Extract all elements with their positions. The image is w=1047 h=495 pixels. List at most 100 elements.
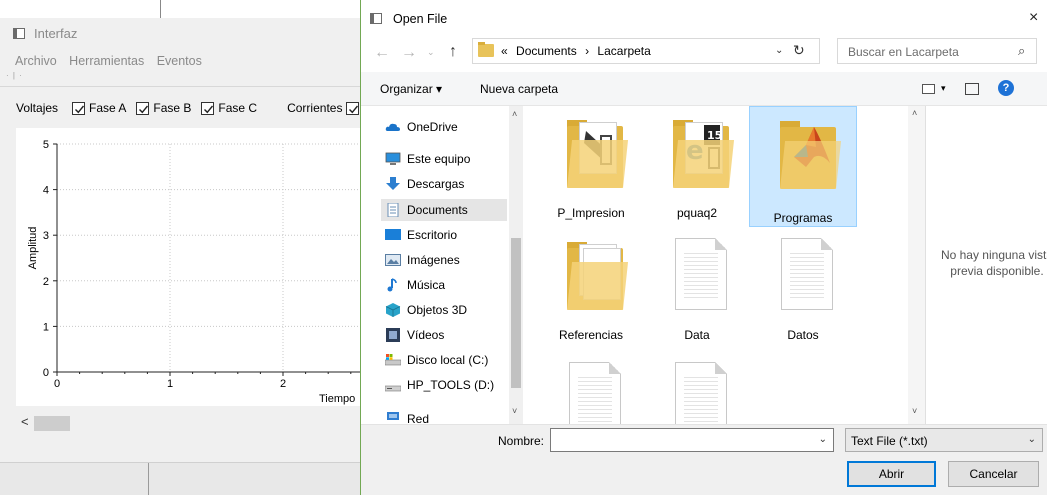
breadcrumb-lacarpeta[interactable]: Lacarpeta	[597, 44, 650, 58]
address-bar[interactable]: « Documents › Lacarpeta ⌄ ↻	[472, 38, 820, 64]
nav-item-videos[interactable]: Vídeos	[385, 324, 444, 346]
nav-item-imagenes[interactable]: Imágenes	[385, 249, 460, 271]
help-icon[interactable]: ?	[998, 80, 1014, 96]
search-icon[interactable]: ⌕	[1018, 43, 1025, 59]
file-item-pquaq2[interactable]: 15e pquaq2	[647, 108, 747, 228]
nav-item-onedrive[interactable]: OneDrive	[385, 116, 458, 138]
chevron-up-icon[interactable]: ˄	[512, 109, 517, 119]
nav-item-musica[interactable]: Música	[385, 274, 445, 296]
app-top-strip	[0, 0, 362, 18]
open-button[interactable]: Abrir	[847, 461, 936, 487]
breadcrumb-overflow[interactable]: «	[501, 44, 508, 58]
file-label: P_Impresion	[557, 206, 625, 220]
file-label: pquaq2	[676, 206, 718, 220]
menu-herramientas[interactable]: Herramientas	[69, 54, 144, 68]
organize-button[interactable]: Organizar ▾	[380, 82, 442, 96]
breadcrumb-separator[interactable]: ›	[585, 44, 589, 58]
file-item-partial[interactable]	[541, 354, 641, 424]
nav-item-label: Escritorio	[407, 228, 458, 242]
computer-icon	[385, 152, 401, 166]
nav-item-disco-local[interactable]: Disco local (C:)	[384, 349, 489, 371]
scroll-thumb[interactable]	[34, 416, 70, 431]
refresh-icon[interactable]: ↻	[793, 42, 805, 59]
chevron-down-icon[interactable]: ˅	[512, 406, 517, 416]
divider	[0, 86, 362, 87]
file-label: Programas	[773, 211, 833, 225]
file-list-scrollbar[interactable]: ˄ ˅	[908, 106, 925, 424]
file-item-datos[interactable]: Datos	[753, 230, 853, 350]
chevron-down-icon[interactable]: ˅	[912, 406, 917, 416]
scroll-left-icon[interactable]: <	[21, 414, 29, 429]
file-label: Datos	[787, 328, 819, 342]
file-item-referencias[interactable]: Referencias	[541, 230, 641, 350]
x-tick-label: 1	[167, 378, 173, 390]
x-tick-label: 2	[280, 378, 286, 390]
filename-input[interactable]: ⌄	[550, 428, 834, 452]
menu-eventos[interactable]: Eventos	[157, 54, 202, 68]
chevron-down-icon[interactable]: ⌄	[819, 434, 827, 445]
breadcrumb-documents[interactable]: Documents	[516, 44, 577, 58]
nav-item-red[interactable]: Red	[385, 406, 429, 424]
file-item-data[interactable]: Data	[647, 230, 747, 350]
view-options-icon[interactable]	[922, 84, 935, 94]
menu-archivo[interactable]: Archivo	[15, 54, 57, 68]
filetype-select[interactable]: Text File (*.txt) ⌄	[845, 428, 1043, 452]
nav-item-este-equipo[interactable]: Este equipo	[385, 148, 470, 170]
checkbox-label: Fase C	[218, 101, 258, 115]
checkbox-label: Fase B	[153, 101, 192, 115]
preview-pane-icon[interactable]	[965, 83, 979, 95]
close-icon[interactable]: ×	[1029, 9, 1038, 27]
x-axis-label: Tiempo	[319, 393, 355, 405]
up-arrow-icon[interactable]: ↑	[449, 43, 457, 61]
window-icon	[370, 13, 382, 24]
nav-item-label: Imágenes	[407, 253, 460, 267]
navigation-scrollbar[interactable]: ˄ ˅	[509, 106, 523, 424]
nav-item-hp-tools[interactable]: HP_TOOLS (D:)	[384, 374, 494, 396]
horizontal-scrollbar[interactable]: <	[16, 412, 362, 434]
text-file-icon	[775, 238, 835, 312]
cloud-icon	[385, 120, 401, 134]
text-file-icon	[669, 238, 729, 312]
checkbox-fase-a[interactable]: Fase A	[72, 101, 126, 115]
checkbox-currents[interactable]	[346, 101, 360, 115]
taskbar-area	[0, 463, 362, 495]
new-folder-button[interactable]: Nueva carpeta	[480, 82, 558, 96]
y-tick-label: 1	[43, 321, 49, 333]
scroll-thumb[interactable]	[511, 238, 521, 388]
file-item-programas[interactable]: Programas	[749, 106, 857, 227]
search-input[interactable]: Buscar en Lacarpeta ⌕	[837, 38, 1037, 64]
preview-pane: No hay ninguna vista previa disponible.	[925, 106, 1047, 424]
nav-item-label: Disco local (C:)	[407, 353, 489, 367]
nav-item-label: Este equipo	[407, 152, 471, 166]
forward-arrow-icon[interactable]: →	[401, 44, 417, 62]
nav-item-descargas[interactable]: Descargas	[385, 173, 464, 195]
nav-item-objetos-3d[interactable]: Objetos 3D	[385, 299, 467, 321]
y-tick-label: 4	[43, 185, 49, 197]
folder-icon	[563, 238, 629, 312]
y-axis-label: Amplitud	[27, 227, 39, 270]
usb-drive-icon	[384, 378, 402, 392]
preview-message: No hay ninguna vista previa disponible.	[940, 248, 1047, 278]
cancel-button[interactable]: Cancelar	[948, 461, 1039, 487]
nav-item-escritorio[interactable]: Escritorio	[385, 224, 457, 246]
folder-icon	[776, 117, 842, 191]
drive-icon	[384, 353, 402, 367]
back-arrow-icon[interactable]: ←	[374, 44, 390, 62]
checkbox-checked-icon	[136, 101, 150, 115]
y-tick-label: 2	[43, 276, 49, 288]
file-item-p-impresion[interactable]: P_Impresion	[541, 108, 641, 228]
chevron-up-icon[interactable]: ˄	[912, 108, 917, 118]
checkbox-fase-c[interactable]: Fase C	[201, 101, 257, 115]
nav-item-label: Documents	[407, 203, 468, 217]
chevron-down-icon[interactable]: ⌄	[775, 45, 783, 56]
file-item-partial[interactable]	[647, 354, 747, 424]
window-icon	[13, 28, 25, 39]
chevron-down-icon[interactable]: ▾	[941, 83, 946, 94]
nav-item-documents[interactable]: Documents	[381, 199, 507, 221]
x-tick-label: 0	[54, 378, 60, 390]
amplitude-chart: 0 1 2 3 4 5 0 1 2 Amplitud Tiempo	[27, 139, 362, 405]
recent-locations-chevron-icon[interactable]: ⌄	[427, 47, 435, 58]
phase-checkbox-row: Voltajes Fase A Fase B Fase C Corrientes	[16, 101, 363, 115]
checkbox-fase-b[interactable]: Fase B	[136, 101, 191, 115]
nav-item-label: Música	[407, 278, 446, 292]
